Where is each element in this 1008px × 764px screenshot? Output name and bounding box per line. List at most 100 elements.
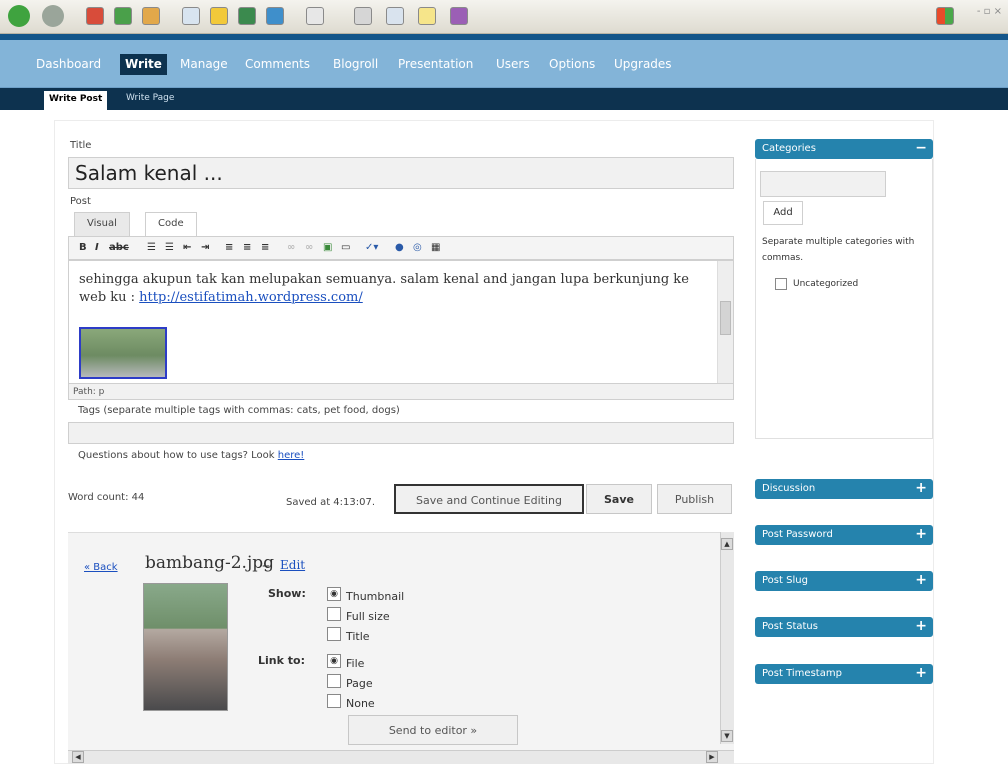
tags-help-link[interactable]: here! [278,450,305,461]
history-icon[interactable] [266,7,284,25]
fullscreen-icon[interactable]: ◎ [413,242,422,253]
back-link[interactable]: « Back [84,562,118,573]
uncategorized-label[interactable]: Uncategorized [793,279,858,289]
send-to-editor-button[interactable]: Send to editor » [348,715,518,745]
nav-manage[interactable]: Manage [180,57,228,71]
mail-icon[interactable] [306,7,324,25]
search-icon[interactable] [182,7,200,25]
scroll-up-icon[interactable]: ▲ [721,538,733,550]
nav-write[interactable]: Write [120,54,167,75]
scroll-down-icon[interactable]: ▼ [721,730,733,742]
align-right-icon[interactable]: ≡ [261,242,269,253]
categories-panel-header[interactable]: Categories − [755,139,933,159]
favorites-icon[interactable] [210,7,228,25]
show-fullsize-radio[interactable] [327,607,341,621]
image-icon[interactable]: ▣ [323,242,332,253]
link-page-label[interactable]: Page [346,677,373,690]
publish-button[interactable]: Publish [657,484,732,514]
show-title-radio[interactable] [327,627,341,641]
attachment-edit-link[interactable]: Edit [280,558,305,572]
editor-text[interactable]: sehingga akupun tak kan melupakan semuan… [79,271,699,307]
help-icon[interactable]: ● [395,242,404,253]
editor-scrollbar[interactable] [717,261,733,383]
uncategorized-checkbox[interactable] [775,278,787,290]
bold-icon[interactable]: B [79,242,87,253]
link-page-radio[interactable] [327,674,341,688]
subnav-write-post[interactable]: Write Post [44,91,108,110]
link-file-label[interactable]: File [346,657,364,670]
nav-blogroll[interactable]: Blogroll [333,57,378,71]
forward-icon[interactable] [42,5,64,27]
save-continue-button[interactable]: Save and Continue Editing [394,484,584,514]
align-left-icon[interactable]: ≡ [225,242,233,253]
window-controls[interactable]: - ▫ × [977,6,1002,17]
show-title-label[interactable]: Title [346,630,370,643]
show-thumbnail-label[interactable]: Thumbnail [346,590,404,603]
more-icon[interactable]: ▭ [341,242,350,253]
post-slug-panel-header[interactable]: Post Slug + [755,571,933,591]
numbered-list-icon[interactable]: ☰ [165,242,174,253]
tags-input[interactable] [68,422,734,444]
tab-visual[interactable]: Visual [74,212,130,236]
scroll-thumb[interactable] [720,301,731,335]
frame-horizontal-scrollbar[interactable]: ◀ ▶ [68,750,734,764]
save-button[interactable]: Save [586,484,652,514]
expand-icon[interactable]: + [915,665,927,681]
add-category-button[interactable]: Add [763,201,803,225]
indent-icon[interactable]: ⇥ [201,242,209,253]
collapse-icon[interactable]: − [915,140,927,156]
discussion-panel-header[interactable]: Discussion + [755,479,933,499]
editor-link[interactable]: http://estifatimah.wordpress.com/ [139,290,363,305]
show-fullsize-label[interactable]: Full size [346,610,390,623]
expand-icon[interactable]: + [915,526,927,542]
nav-presentation[interactable]: Presentation [398,57,473,71]
back-icon[interactable] [8,5,30,27]
post-password-panel-header[interactable]: Post Password + [755,525,933,545]
nav-upgrades[interactable]: Upgrades [614,57,672,71]
expand-icon[interactable]: + [915,480,927,496]
post-password-title: Post Password [762,529,833,540]
link-file-radio[interactable]: ◉ [327,654,341,668]
tab-code[interactable]: Code [145,212,197,236]
nav-options[interactable]: Options [549,57,595,71]
post-timestamp-panel-header[interactable]: Post Timestamp + [755,664,933,684]
nav-comments[interactable]: Comments [245,57,310,71]
subnav-write-page[interactable]: Write Page [126,93,174,103]
nav-dashboard[interactable]: Dashboard [36,57,101,71]
new-category-input[interactable] [760,171,886,197]
italic-icon[interactable]: I [95,242,99,253]
stop-icon[interactable] [86,7,104,25]
kitchen-sink-icon[interactable]: ▦ [431,242,440,253]
link-icon[interactable]: ∞ [287,242,295,253]
show-thumbnail-radio[interactable]: ◉ [327,587,341,601]
notes-icon[interactable] [418,7,436,25]
attachment-photo [143,583,228,711]
align-center-icon[interactable]: ≡ [243,242,251,253]
print-icon[interactable] [354,7,372,25]
unlink-icon[interactable]: ∞ [305,242,313,253]
home-icon[interactable] [142,7,160,25]
edit-icon[interactable] [386,7,404,25]
strikethrough-icon[interactable]: abc [109,242,129,253]
spellcheck-icon[interactable]: ✓▾ [365,242,378,253]
link-none-radio[interactable] [327,694,341,708]
post-content-editor[interactable]: sehingga akupun tak kan melupakan semuan… [68,260,734,384]
bullet-list-icon[interactable]: ☰ [147,242,156,253]
nav-users[interactable]: Users [496,57,530,71]
refresh-icon[interactable] [114,7,132,25]
title-label: Title [70,140,92,151]
frame-vertical-scrollbar[interactable]: ▲ ▼ [720,532,734,744]
scroll-right-icon[interactable]: ▶ [706,751,718,763]
autosave-status: Saved at 4:13:07. [286,497,376,508]
link-none-label[interactable]: None [346,697,375,710]
media-icon[interactable] [238,7,256,25]
inserted-image-thumbnail[interactable] [79,327,167,379]
link-to-label: Link to: [258,654,305,667]
expand-icon[interactable]: + [915,572,927,588]
outdent-icon[interactable]: ⇤ [183,242,191,253]
messenger-icon[interactable] [450,7,468,25]
post-status-panel-header[interactable]: Post Status + [755,617,933,637]
expand-icon[interactable]: + [915,618,927,634]
scroll-left-icon[interactable]: ◀ [72,751,84,763]
title-input[interactable]: Salam kenal ... [68,157,734,189]
